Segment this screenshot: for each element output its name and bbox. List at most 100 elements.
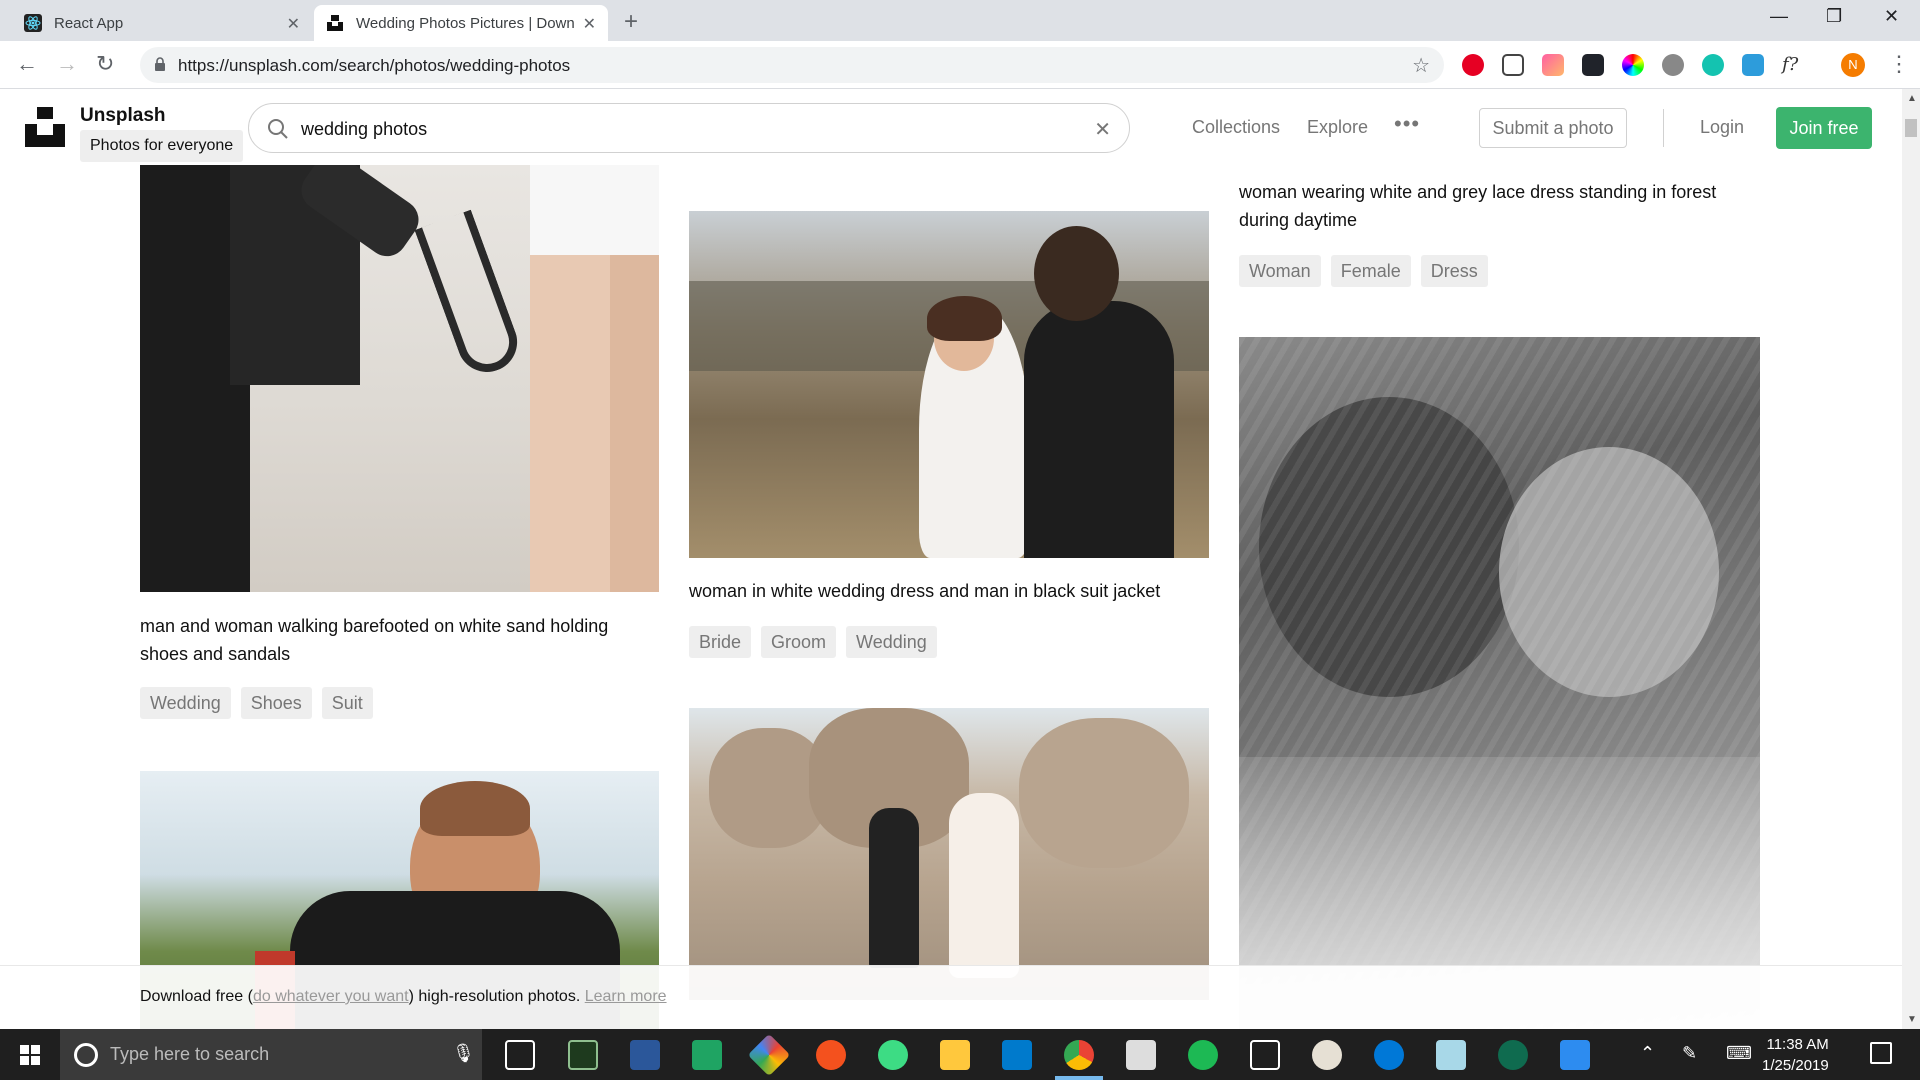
android-studio-icon[interactable] [878, 1040, 908, 1070]
tab-label: Wedding Photos Pictures | Download Free … [356, 14, 574, 32]
tray-chevron-icon[interactable]: ⌃ [1640, 1043, 1655, 1064]
calculator-icon[interactable] [1126, 1040, 1156, 1070]
terminal-app-icon[interactable] [568, 1040, 598, 1070]
postman-icon[interactable] [816, 1040, 846, 1070]
taskbar-search[interactable]: Type here to search 🎙 [60, 1029, 482, 1080]
spotify-icon[interactable] [1188, 1040, 1218, 1070]
cortana-icon [74, 1043, 98, 1067]
photo-couple-rocks[interactable] [689, 708, 1209, 1000]
site-header: Unsplash Photos for everyone ✕ Collectio… [0, 89, 1902, 165]
close-tab-icon[interactable]: ✕ [583, 14, 596, 34]
photo-caption: woman in white wedding dress and man in … [689, 581, 1161, 601]
chrome-icon[interactable] [1064, 1040, 1094, 1070]
bookmark-star-icon[interactable]: ☆ [1412, 53, 1430, 78]
join-free-button[interactable]: Join free [1776, 107, 1872, 149]
close-tab-icon[interactable]: ✕ [287, 14, 300, 34]
tag-chip[interactable]: Groom [761, 626, 837, 658]
photo-bride-groom-field[interactable] [689, 211, 1209, 558]
banner-middle: ) high-resolution photos. [408, 988, 581, 1005]
profile-avatar[interactable]: N [1841, 53, 1865, 77]
photo-bw-kiss-veil[interactable] [1239, 337, 1760, 1029]
photo-beach-shoes[interactable] [140, 165, 659, 592]
banner-prefix: Download free ( [140, 988, 253, 1005]
react-devtools-icon[interactable] [1582, 54, 1604, 76]
vscode-icon[interactable] [1002, 1040, 1032, 1070]
extension-teal-icon[interactable] [1702, 54, 1724, 76]
sheets-app-icon[interactable] [692, 1040, 722, 1070]
screenshot-icon[interactable] [1502, 54, 1524, 76]
unsplash-logo-icon[interactable] [25, 107, 65, 147]
tag-chip[interactable]: Wedding [846, 626, 937, 658]
back-icon[interactable]: ← [16, 51, 38, 77]
license-link[interactable]: do whatever you want [253, 988, 409, 1005]
forward-icon[interactable]: → [56, 51, 78, 77]
photo-tags: Bride Groom Wedding [689, 626, 937, 658]
download-banner: Download free (do whatever you want) hig… [0, 965, 1902, 1029]
extension-gray-icon[interactable] [1662, 54, 1684, 76]
font-extension-icon[interactable]: f? [1782, 54, 1804, 76]
tab-unsplash[interactable]: Wedding Photos Pictures | Download Free … [314, 5, 608, 41]
microphone-icon[interactable]: 🎙 [452, 1043, 475, 1064]
brand[interactable]: Unsplash Photos for everyone [80, 105, 244, 162]
restore-icon[interactable]: ❐ [1826, 6, 1842, 27]
color-picker-icon[interactable] [1622, 54, 1644, 76]
tab-react-app[interactable]: React App ✕ [12, 5, 312, 41]
scroll-up-icon[interactable]: ▲ [1907, 93, 1917, 104]
tag-chip[interactable]: Shoes [240, 687, 312, 719]
scroll-down-icon[interactable]: ▼ [1907, 1014, 1917, 1025]
header-divider [1663, 109, 1664, 147]
file-explorer-icon[interactable] [940, 1040, 970, 1070]
unsplash-favicon-icon [327, 15, 343, 31]
photo-caption: woman wearing white and grey lace dress … [1239, 182, 1717, 230]
scroll-thumb[interactable] [1905, 119, 1917, 137]
page-scrollbar[interactable]: ▲ ▼ [1902, 89, 1920, 1029]
tag-chip[interactable]: Female [1330, 255, 1411, 287]
react-icon [24, 14, 42, 32]
search-input[interactable] [301, 115, 1061, 143]
active-app-indicator [1055, 1076, 1103, 1080]
url-text: https://unsplash.com/search/photos/weddi… [178, 56, 571, 75]
minimize-icon[interactable]: — [1770, 6, 1788, 27]
nav-collections[interactable]: Collections [1192, 117, 1280, 138]
tag-chip[interactable]: Suit [321, 687, 373, 719]
tag-chip[interactable]: Wedding [140, 687, 231, 719]
system-clock[interactable]: 11:38 AM 1/25/2019 [1762, 1034, 1829, 1076]
new-tab-button[interactable]: + [624, 8, 638, 36]
login-link[interactable]: Login [1700, 117, 1744, 138]
reload-icon[interactable]: ↻ [96, 51, 114, 77]
brand-name: Unsplash [80, 105, 166, 126]
notes-app-icon[interactable] [1436, 1040, 1466, 1070]
nav-explore[interactable]: Explore [1307, 117, 1368, 138]
learn-more-link[interactable]: Learn more [585, 988, 667, 1005]
keyboard-icon[interactable]: ⌨ [1726, 1043, 1752, 1064]
powershell-icon[interactable] [630, 1040, 660, 1070]
pinterest-icon[interactable] [1462, 54, 1484, 76]
git-app-icon[interactable] [747, 1033, 791, 1077]
browser-menu-icon[interactable]: ⋮ [1888, 51, 1910, 77]
gitkraken-icon[interactable] [1498, 1040, 1528, 1070]
browser-toolbar: ← → ↻ https://unsplash.com/search/photos… [0, 41, 1920, 89]
notification-icon[interactable] [1870, 1042, 1892, 1064]
clear-search-icon[interactable]: ✕ [1094, 117, 1111, 142]
reader-app-icon[interactable] [1250, 1040, 1280, 1070]
windows-start-icon[interactable] [20, 1045, 40, 1065]
tag-chip[interactable]: Dress [1420, 255, 1488, 287]
edge-icon[interactable] [1374, 1040, 1404, 1070]
pen-icon[interactable]: ✎ [1682, 1043, 1697, 1064]
search-icon [268, 119, 288, 139]
tab-label: React App [54, 14, 124, 32]
submit-photo-button[interactable]: Submit a photo [1479, 108, 1627, 148]
color-extension-icon[interactable] [1542, 54, 1564, 76]
close-window-icon[interactable]: ✕ [1884, 6, 1899, 27]
wunderlist-icon[interactable] [1560, 1040, 1590, 1070]
address-bar[interactable]: https://unsplash.com/search/photos/weddi… [140, 47, 1444, 83]
task-view-icon[interactable] [505, 1040, 535, 1070]
extension-window-icon[interactable] [1742, 54, 1764, 76]
photo-tags: Woman Female Dress [1239, 255, 1488, 287]
paint-app-icon[interactable] [1312, 1040, 1342, 1070]
tag-chip[interactable]: Woman [1239, 255, 1321, 287]
windows-taskbar: Type here to search 🎙 ⌃ ✎ ⌨ 11:38 AM 1/2… [0, 1029, 1920, 1080]
search-bar: ✕ [248, 103, 1130, 153]
tag-chip[interactable]: Bride [689, 626, 752, 658]
more-options-icon[interactable]: ••• [1394, 111, 1420, 137]
